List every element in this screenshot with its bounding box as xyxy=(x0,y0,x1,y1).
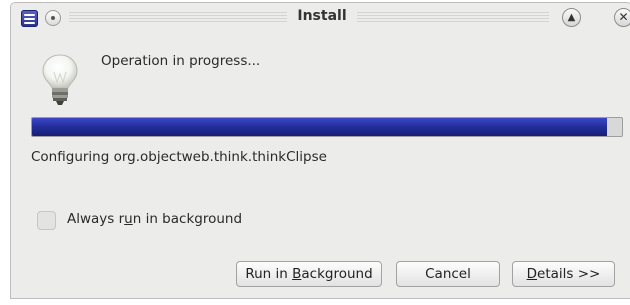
status-message: Operation in progress... xyxy=(101,53,261,69)
progress-fill xyxy=(32,118,608,136)
progress-bar xyxy=(31,117,623,137)
details-button[interactable]: Details >> xyxy=(512,261,615,287)
mnemonic-underline: B xyxy=(292,266,302,282)
mnemonic-underline: D xyxy=(526,266,538,282)
run-in-background-button[interactable]: Run in Background xyxy=(236,261,382,287)
always-run-in-background-label[interactable]: Always run in background xyxy=(67,211,242,227)
window-title: Install xyxy=(11,8,630,24)
button-label-part: ackground xyxy=(301,266,373,282)
task-label: Configuring org.objectweb.think.thinkCli… xyxy=(31,149,327,165)
button-label-part: etails >> xyxy=(537,266,601,282)
label-part: Always r xyxy=(67,211,125,227)
always-run-in-background-checkbox[interactable] xyxy=(37,211,56,230)
button-label-part: Run in xyxy=(245,266,293,282)
lightbulb-icon xyxy=(42,54,78,105)
label-part: n in background xyxy=(132,211,243,227)
chevron-up-icon: ▲ xyxy=(567,12,576,23)
close-button[interactable]: ✕ xyxy=(614,8,630,27)
cancel-button[interactable]: Cancel xyxy=(396,261,500,287)
maximize-button[interactable]: ▲ xyxy=(562,8,581,27)
window-title-text: Install xyxy=(287,8,357,24)
title-bar[interactable]: Install ▲ ✕ xyxy=(11,3,630,33)
close-icon: ✕ xyxy=(618,10,629,24)
mnemonic-underline: u xyxy=(124,211,133,227)
install-dialog: Install ▲ ✕ Operation in progress... Con… xyxy=(10,2,630,299)
